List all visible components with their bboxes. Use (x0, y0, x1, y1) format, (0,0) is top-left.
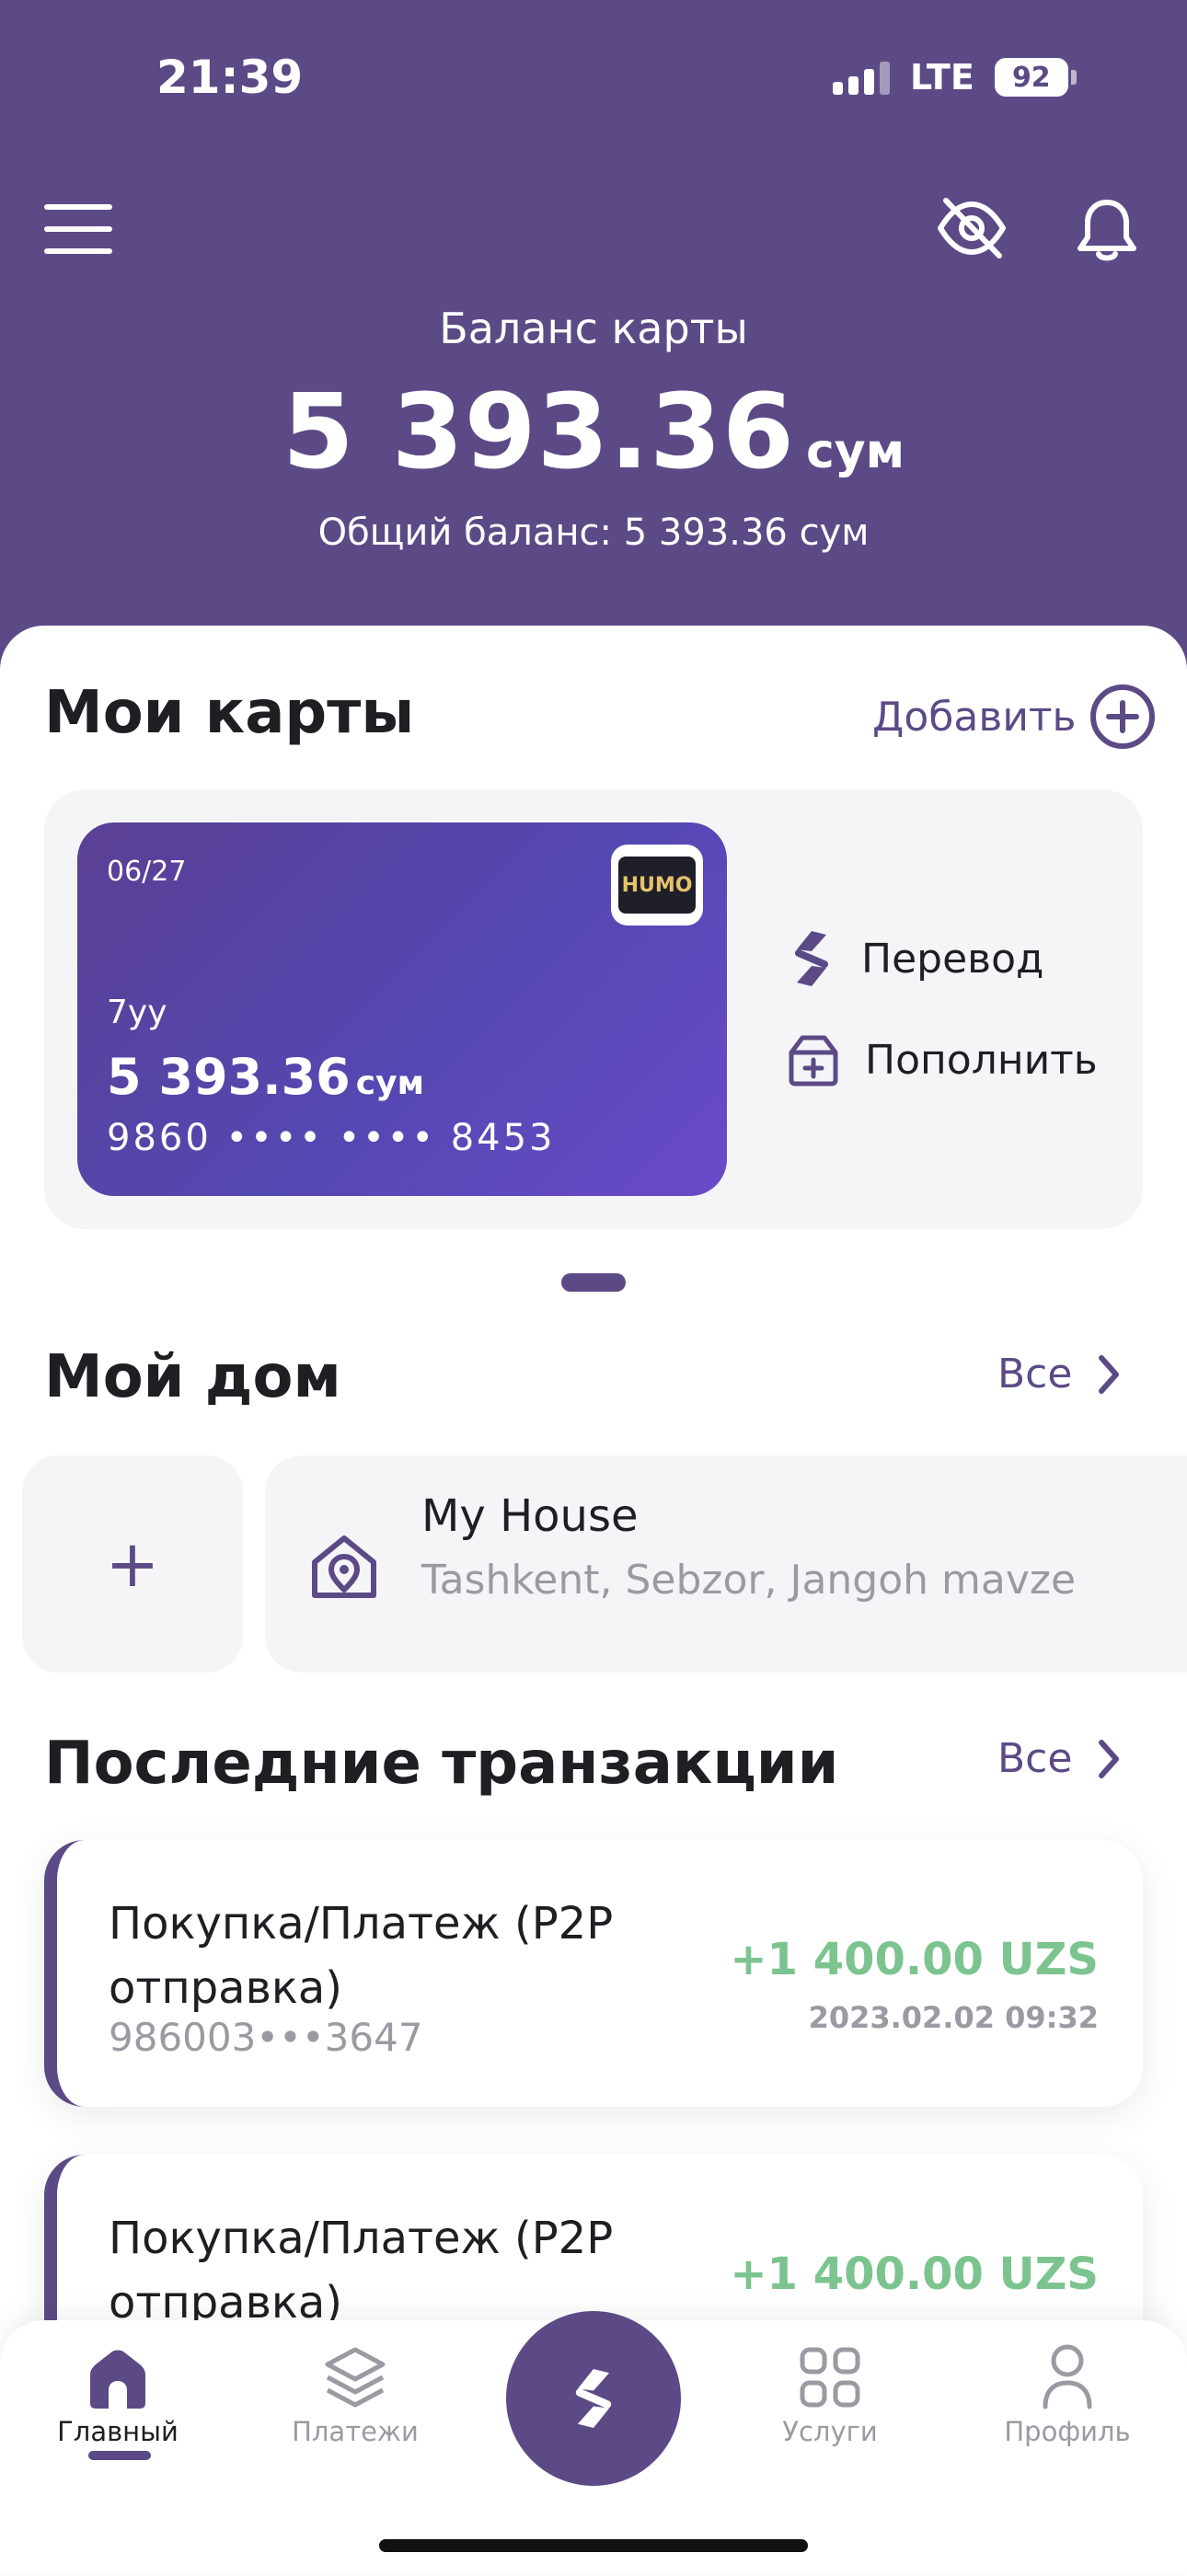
top-up-label: Пополнить (865, 1036, 1098, 1084)
humo-logo: HUMO (611, 845, 703, 926)
card-balance-amount: 5 393.36 (107, 1048, 351, 1106)
transactions-all-link[interactable]: Все (997, 1735, 1122, 1782)
add-home-button[interactable]: + (22, 1455, 243, 1673)
nav-home[interactable]: Главный (26, 2337, 210, 2447)
card-brand: HUMO (618, 857, 696, 914)
top-up-icon (789, 1035, 838, 1087)
transaction-item[interactable]: Покупка/Платеж (P2P отправка) 986003•••3… (44, 1840, 1143, 2107)
add-home-icon: + (105, 1526, 160, 1602)
nav-profile[interactable]: Профиль (975, 2337, 1159, 2447)
home-card[interactable]: My House Tashkent, Sebzor, Jangoh mavze (265, 1455, 1187, 1673)
chevron-right-icon (1099, 1739, 1120, 1778)
transactions-title: Последние транзакции (44, 1730, 839, 1798)
transaction-amount: +1 400.00 UZS (730, 1934, 1099, 1985)
home-title: My House (421, 1490, 639, 1542)
transaction-amount: +1 400.00 UZS (730, 2248, 1099, 2300)
carousel-pager (561, 1273, 626, 1292)
transfer-label: Перевод (861, 935, 1044, 983)
menu-icon[interactable] (44, 204, 112, 254)
balance-display: 5 393.36 сум (0, 373, 1187, 492)
home-indicator (379, 2539, 808, 2552)
transfer-icon (795, 931, 828, 986)
transactions-all-label: Все (997, 1735, 1073, 1782)
card-number: 9860 •••• •••• 8453 (107, 1117, 556, 1159)
person-icon (1043, 2344, 1092, 2409)
signal-icon (833, 60, 890, 95)
nav-home-label: Главный (57, 2416, 179, 2447)
transaction-card: 986003•••3647 (109, 2015, 423, 2060)
transaction-title: Покупка/Платеж (P2P отправка) (109, 1898, 614, 2014)
total-balance: Общий баланс: 5 393.36 сум (317, 512, 870, 554)
transaction-date: 2023.02.02 09:32 (808, 2000, 1099, 2035)
hide-balance-icon[interactable] (935, 195, 1008, 261)
top-up-action[interactable]: Пополнить (784, 1030, 1098, 1089)
layers-icon (325, 2347, 386, 2408)
home-icon (90, 2350, 145, 2409)
transfer-action[interactable]: Перевод (784, 926, 1043, 992)
status-bar-right: LTE 92 (833, 57, 1077, 98)
card-name: 7yy (107, 994, 167, 1031)
nav-services[interactable]: Услуги (738, 2337, 922, 2447)
nav-payments-label: Платежи (292, 2416, 419, 2447)
home-address: Tashkent, Sebzor, Jangoh mavze (421, 1557, 1077, 1604)
nav-services-label: Услуги (782, 2416, 878, 2447)
grid-icon (800, 2347, 860, 2408)
my-home-title: Мой дом (44, 1343, 341, 1411)
home-all-link[interactable]: Все (997, 1351, 1122, 1397)
balance-amount: 5 393.36 (282, 373, 795, 492)
my-cards-title: Мои карты (44, 679, 415, 747)
home-location-icon (312, 1535, 376, 1598)
network-type: LTE (910, 57, 974, 98)
home-all-label: Все (997, 1351, 1073, 1397)
add-card-label: Добавить (872, 693, 1077, 741)
balance-label: Баланс карты (439, 304, 748, 353)
battery-level: 92 (994, 58, 1068, 97)
nav-payments[interactable]: Платежи (263, 2337, 447, 2447)
card-expiry: 06/27 (107, 856, 187, 888)
battery-icon: 92 (994, 58, 1077, 97)
chevron-right-icon (1099, 1354, 1120, 1394)
add-card-button[interactable]: Добавить (872, 683, 1157, 751)
bell-icon[interactable] (1073, 195, 1141, 265)
nav-profile-label: Профиль (1004, 2416, 1131, 2447)
nav-active-indicator (88, 2451, 151, 2460)
card-balance: 5 393.36 сум (107, 1048, 424, 1106)
transfer-icon (575, 2369, 612, 2428)
status-time: 21:39 (156, 51, 304, 104)
plus-circle-icon (1090, 684, 1156, 749)
bank-card[interactable]: 06/27 HUMO 7yy 5 393.36 сум 9860 •••• •••… (77, 822, 727, 1196)
balance-currency: сум (805, 424, 905, 479)
transfer-fab-button[interactable] (506, 2311, 681, 2486)
card-balance-currency: сум (355, 1064, 424, 1102)
